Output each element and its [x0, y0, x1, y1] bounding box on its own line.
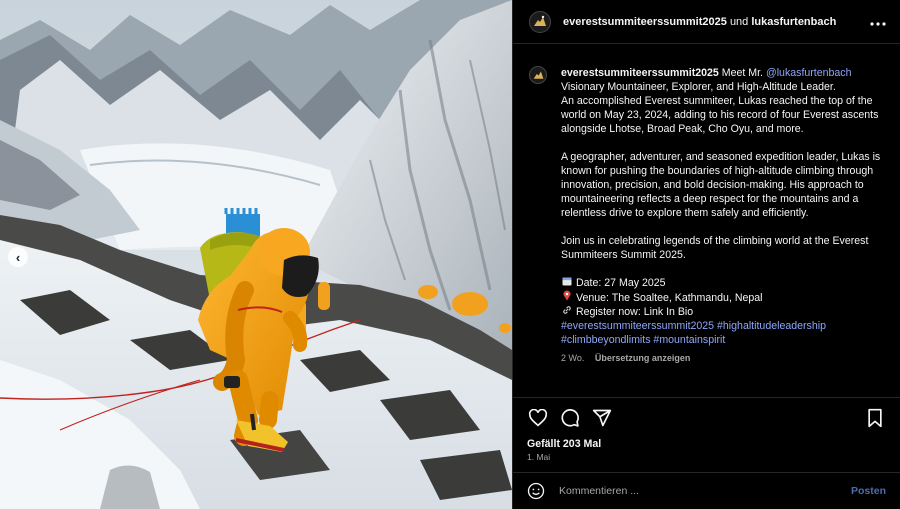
event-date-line: Date: 27 May 2025 — [561, 276, 886, 290]
post-authors: everestsummiteerssummit2025 und lukasfur… — [563, 16, 870, 28]
caption-meta: 2 Wo. Übersetzung anzeigen — [561, 351, 886, 365]
link-icon — [561, 305, 572, 319]
caption-age: 2 Wo. — [561, 353, 585, 363]
share-icon — [592, 409, 612, 427]
emoji-icon — [527, 482, 545, 500]
collab-connector: und — [729, 15, 749, 28]
event-venue-line: Venue: The Soaltee, Kathmandu, Nepal — [561, 290, 886, 305]
caption-paragraph-2: A geographer, adventurer, and seasoned e… — [561, 151, 881, 219]
comment-bar: Posten — [513, 472, 900, 509]
calendar-icon — [561, 276, 572, 290]
like-count[interactable]: Gefällt 203 Mal — [513, 438, 900, 450]
caption-username-link[interactable]: everestsummiteerssummit2025 — [561, 67, 719, 79]
mountain-climber-photo — [0, 0, 512, 509]
like-button[interactable] — [527, 407, 549, 429]
summit-logo-icon — [534, 15, 546, 26]
translate-button[interactable]: Übersetzung anzeigen — [595, 353, 691, 363]
event-register-line: Register now: Link In Bio — [561, 305, 886, 319]
author-username-link[interactable]: everestsummiteerssummit2025 — [563, 16, 727, 28]
event-date: Date: 27 May 2025 — [576, 277, 666, 289]
post-footer: Gefällt 203 Mal 1. Mai Posten — [513, 397, 900, 509]
caption-text: everestsummiteerssummit2025 Meet Mr. @lu… — [561, 66, 886, 397]
post-image[interactable]: ‹ — [0, 0, 512, 509]
comment-input[interactable] — [557, 484, 851, 498]
event-venue: Venue: The Soaltee, Kathmandu, Nepal — [576, 292, 763, 304]
caption-first-line: everestsummiteerssummit2025 Meet Mr. @lu… — [561, 66, 886, 80]
pin-icon — [561, 290, 572, 305]
post-comment-button[interactable]: Posten — [851, 485, 886, 497]
more-horizontal-icon — [870, 21, 886, 26]
heart-icon — [528, 409, 548, 427]
collaborator-username-link[interactable]: lukasfurtenbach — [751, 16, 836, 28]
previous-image-button[interactable]: ‹ — [8, 247, 28, 267]
caption-intro: Meet Mr. — [721, 67, 763, 79]
instagram-post: ‹ everestsummiteerssummit2025 und lukasf… — [0, 0, 900, 509]
post-sidebar: everestsummiteerssummit2025 und lukasfur… — [512, 0, 900, 509]
caption-author-avatar[interactable] — [529, 66, 547, 84]
save-button[interactable] — [864, 407, 886, 429]
event-register: Register now: Link In Bio — [576, 306, 694, 318]
emoji-button[interactable] — [527, 482, 545, 500]
comment-icon — [561, 409, 579, 427]
caption-section: everestsummiteerssummit2025 Meet Mr. @lu… — [513, 44, 900, 397]
mention-link[interactable]: @lukasfurtenbach — [766, 67, 852, 79]
post-header: everestsummiteerssummit2025 und lukasfur… — [513, 0, 900, 44]
caption-paragraph-1: An accomplished Everest summiteer, Lukas… — [561, 95, 879, 135]
comment-button[interactable] — [559, 407, 581, 429]
summit-logo-icon — [533, 70, 543, 79]
action-bar — [513, 398, 900, 438]
caption-title-line: Visionary Mountaineer, Explorer, and Hig… — [561, 81, 836, 93]
more-options-button[interactable] — [870, 14, 886, 30]
bookmark-icon — [868, 408, 882, 428]
share-button[interactable] — [591, 407, 613, 429]
caption-paragraph-3: Join us in celebrating legends of the cl… — [561, 235, 869, 261]
hashtags[interactable]: #everestsummiteerssummit2025 #highaltitu… — [561, 319, 886, 347]
author-avatar[interactable] — [529, 10, 551, 33]
post-date: 1. Mai — [527, 452, 551, 462]
